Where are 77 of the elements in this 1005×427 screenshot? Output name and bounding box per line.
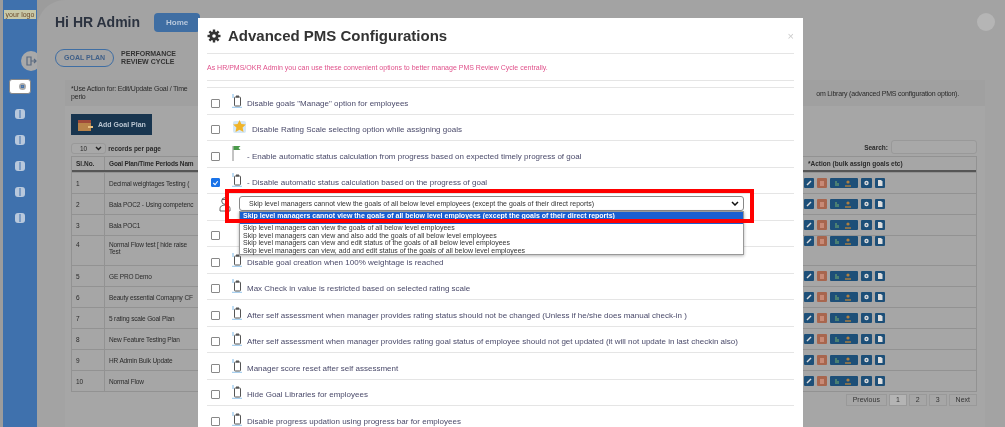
- clipboard-icon: [232, 384, 242, 399]
- checkbox[interactable]: [211, 125, 220, 134]
- edit-button[interactable]: [804, 334, 814, 344]
- edit-button[interactable]: [804, 292, 814, 302]
- document-button[interactable]: [875, 199, 885, 209]
- document-button[interactable]: [875, 292, 885, 302]
- checkbox[interactable]: [211, 390, 220, 399]
- flag-icon: [232, 144, 242, 161]
- checkbox[interactable]: [211, 284, 220, 293]
- settings-button[interactable]: [861, 220, 872, 230]
- edit-button[interactable]: [804, 199, 814, 209]
- edit-button[interactable]: [804, 178, 814, 188]
- edit-button[interactable]: [804, 313, 814, 323]
- checkbox[interactable]: [211, 337, 220, 346]
- menu-icon[interactable]: [14, 134, 26, 146]
- option-label: - Disable automatic status calculation based on the progress of goal: [247, 178, 488, 187]
- modal-title: Advanced PMS Configurations: [228, 27, 448, 44]
- checkbox[interactable]: [211, 231, 220, 240]
- settings-button[interactable]: [861, 271, 872, 281]
- clipboard-icon: [232, 92, 242, 108]
- chevron-icon: [95, 146, 103, 151]
- checkbox[interactable]: [211, 178, 220, 187]
- home-button[interactable]: Home: [154, 12, 201, 32]
- checkbox[interactable]: [211, 257, 220, 267]
- checkbox[interactable]: [211, 310, 220, 320]
- option-label: Disable progress updation using progress bar for employees: [247, 416, 461, 426]
- checkbox[interactable]: [211, 151, 220, 161]
- clipboard-icon: [232, 410, 242, 426]
- option-label: - Enable automatic status calculation from progress based on expected timely progress of goal: [247, 151, 582, 161]
- calendar-icon: [77, 117, 93, 132]
- user-icon: [219, 196, 231, 212]
- settings-icon: [207, 28, 221, 43]
- document-button[interactable]: [875, 271, 885, 281]
- clipboard-icon: [232, 172, 242, 187]
- option-label: Disable Rating Scale selecting option while assigning goals: [252, 125, 462, 134]
- settings-button[interactable]: [861, 313, 872, 323]
- settings-button[interactable]: [861, 376, 872, 386]
- edit-button[interactable]: [804, 355, 814, 365]
- settings-button[interactable]: [861, 199, 872, 209]
- settings-button[interactable]: [861, 334, 872, 344]
- option-label: Disable goals "Manage" option for employees: [247, 98, 409, 108]
- option-label: After self assessment when manager provides rating status should not be changed (Unless if he/she does manual check-in ): [247, 310, 687, 320]
- document-button[interactable]: [875, 376, 885, 386]
- document-button[interactable]: [875, 334, 885, 344]
- checkbox[interactable]: [211, 416, 220, 426]
- settings-button[interactable]: [861, 292, 872, 302]
- checkbox[interactable]: [211, 98, 220, 108]
- clipboard-icon: [232, 304, 242, 320]
- edit-button[interactable]: [804, 376, 814, 386]
- document-button[interactable]: [875, 220, 885, 230]
- checkbox[interactable]: [211, 363, 220, 373]
- star-icon: [232, 119, 247, 134]
- greeting-title: Hi HR Admin: [55, 14, 141, 30]
- menu-icon[interactable]: [14, 108, 26, 120]
- document-button[interactable]: [875, 355, 885, 365]
- edit-button[interactable]: [804, 220, 814, 230]
- settings-button[interactable]: [861, 178, 872, 188]
- menu-icon[interactable]: [14, 186, 26, 198]
- option-label: Disable goal creation when 100% weightage is reached: [247, 257, 444, 267]
- chevron-icon: [731, 201, 739, 206]
- document-button[interactable]: [875, 236, 885, 246]
- edit-button[interactable]: [804, 236, 814, 246]
- document-button[interactable]: [875, 313, 885, 323]
- clipboard-icon: [232, 357, 242, 373]
- menu-icon[interactable]: [14, 212, 26, 224]
- document-button[interactable]: [875, 178, 885, 188]
- settings-button[interactable]: [861, 355, 872, 365]
- clipboard-icon: [232, 251, 242, 267]
- option-label: Max Check in value is restricted based on selected rating scale: [247, 284, 471, 293]
- clipboard-icon: [232, 331, 242, 346]
- menu-icon[interactable]: [14, 160, 26, 172]
- settings-button[interactable]: [861, 236, 872, 246]
- edit-button[interactable]: [804, 271, 814, 281]
- option-label: After self assessment when manager provides rating goal status of employee should not get updated (it will not update in last checkin also): [247, 337, 738, 346]
- option-label: Manager score reset after self assessment: [247, 363, 399, 373]
- option-label: Hide Goal Libraries for employees: [247, 390, 368, 399]
- clipboard-icon: [232, 278, 242, 293]
